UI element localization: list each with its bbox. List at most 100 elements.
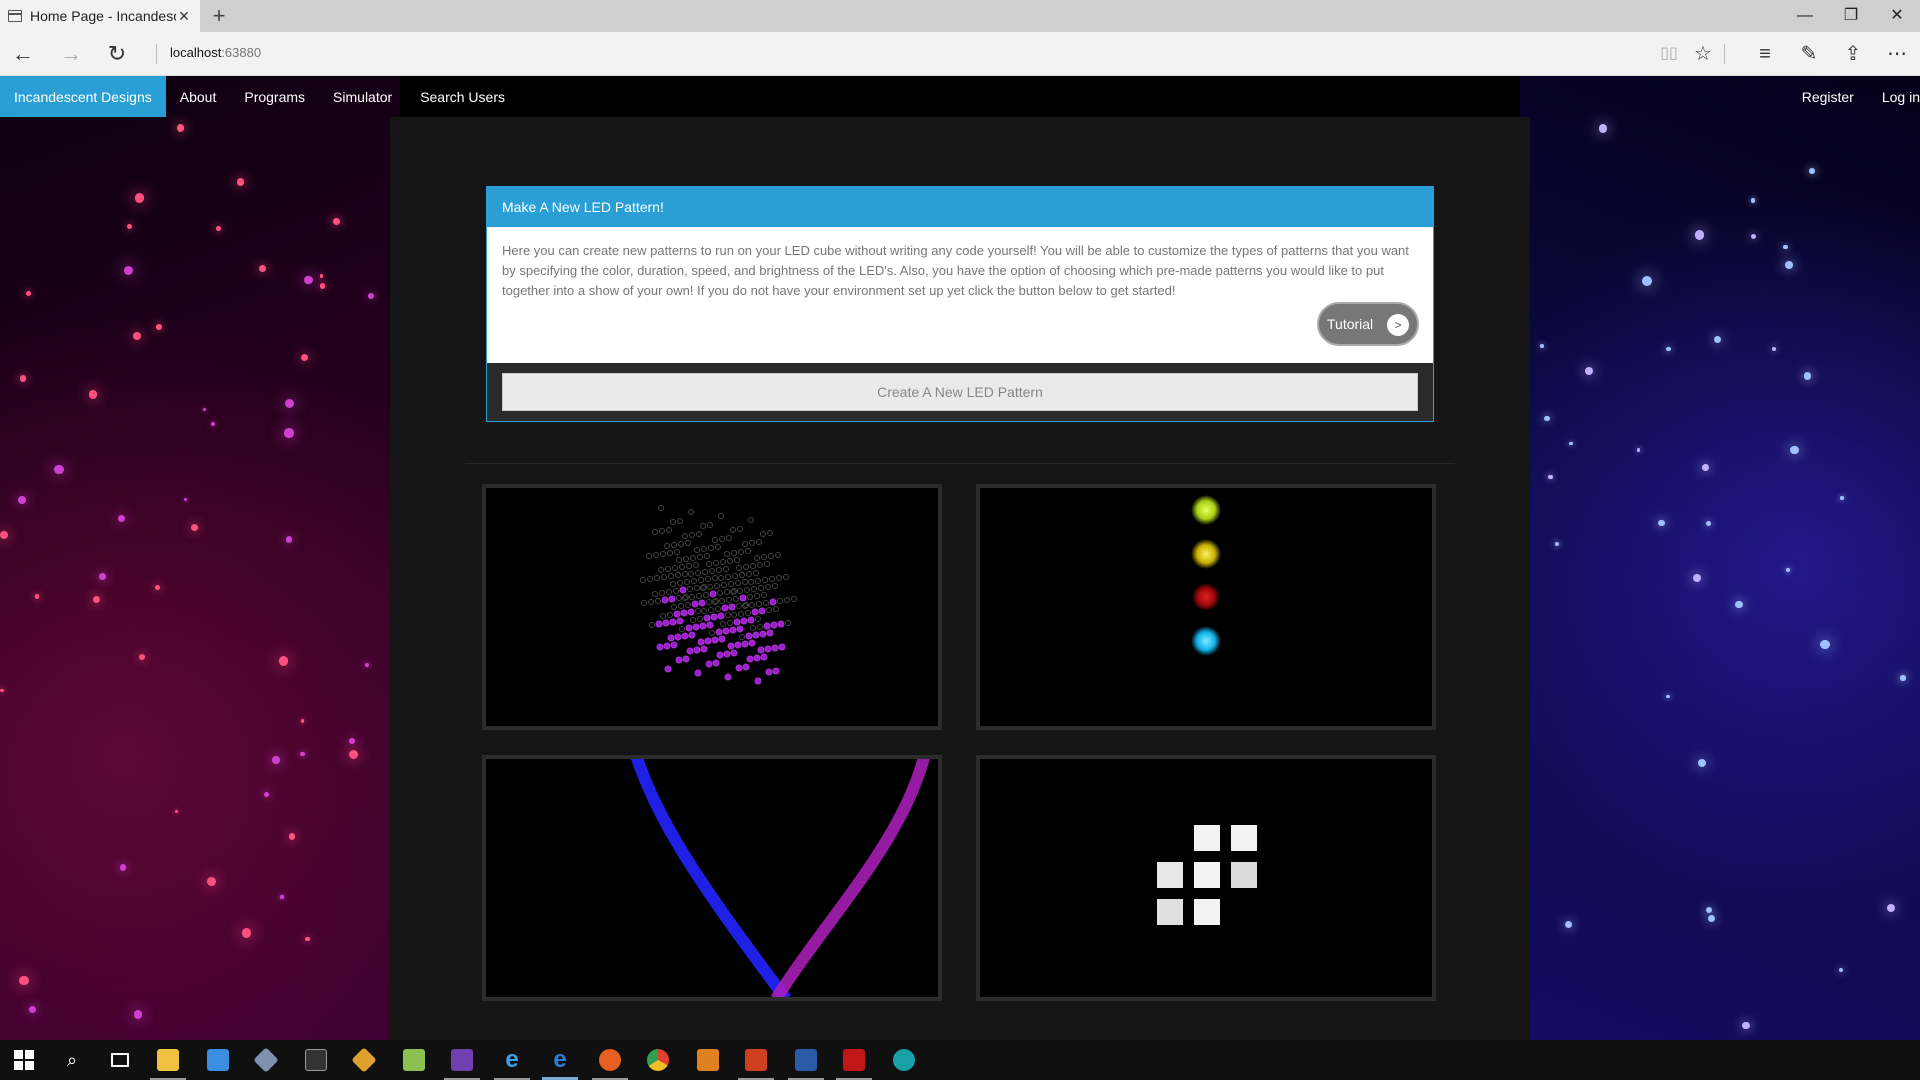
led-dot [725,612,731,618]
background-light-dot [1641,276,1652,286]
restore-button[interactable]: ❐ [1828,0,1874,32]
panel-heading: Make A New LED Pattern! [487,187,1433,227]
share-icon[interactable]: ⇪ [1838,40,1868,68]
notepad-icon[interactable] [390,1040,438,1080]
terminal-icon[interactable] [292,1040,340,1080]
nav-link-about[interactable]: About [166,76,231,117]
block [1231,825,1257,851]
led-dot [742,663,750,671]
page-viewport: Incandescent Designs About Programs Simu… [0,76,1920,1040]
background-light-dot [1783,244,1788,250]
forward-button[interactable]: → [56,40,86,68]
back-button[interactable]: ← [8,40,38,68]
led-dot [714,583,720,589]
background-light-dot [1665,346,1671,352]
led-dot [673,610,681,618]
arduino-icon[interactable] [880,1040,928,1080]
virtualbox-icon[interactable] [242,1040,290,1080]
java-icon[interactable] [684,1040,732,1080]
led-dot [697,554,703,560]
more-icon[interactable]: ⋯ [1882,40,1912,68]
background-light-dot [1636,448,1641,452]
nav-link-search-users[interactable]: Search Users [406,76,519,117]
led-dot [652,591,658,597]
hub-icon[interactable]: ≡ [1750,40,1780,68]
led-dot [750,563,756,569]
led-dot [744,587,750,593]
led-dot [754,593,760,599]
led-dot [687,608,695,616]
create-pattern-button[interactable]: Create A New LED Pattern [502,373,1418,411]
url-separator [156,44,157,64]
file-explorer-icon[interactable] [144,1040,192,1080]
panel-footer: Create A New LED Pattern [487,363,1433,421]
led-dot [745,632,753,640]
led-dot [655,620,663,628]
favorite-star-icon[interactable]: ☆ [1688,40,1718,68]
led-dot [776,575,782,581]
web-note-icon[interactable]: ✎ [1794,40,1824,68]
led-dot [756,539,762,545]
traffic-lights-preview[interactable] [976,484,1436,730]
nav-link-register[interactable]: Register [1788,76,1868,117]
led-cube-preview[interactable] [482,484,942,730]
led-dot [677,518,683,524]
url-field[interactable]: localhost:63880 [170,45,261,60]
tutorial-label: Tutorial [1327,316,1374,332]
store-icon[interactable] [194,1040,242,1080]
word-icon[interactable] [782,1040,830,1080]
led-dot [736,625,744,633]
visual-studio-icon[interactable] [438,1040,486,1080]
edge-icon[interactable]: e [536,1040,584,1080]
nav-link-programs[interactable]: Programs [230,76,319,117]
led-dot [686,563,692,569]
search-icon[interactable]: ⌕ [48,1040,96,1080]
site-navbar: Incandescent Designs About Programs Simu… [0,76,1920,117]
led-dot [719,598,725,604]
led-dot [717,590,723,596]
led-dot [656,643,664,651]
tutorial-button[interactable]: Tutorial > [1317,302,1419,346]
reading-view-icon[interactable]: ▯▯ [1654,40,1684,68]
led-dot [730,527,736,533]
led-dot [667,550,673,556]
chrome-icon[interactable] [634,1040,682,1080]
led-dot [708,545,714,551]
nav-link-simulator[interactable]: Simulator [319,76,406,117]
led-dot [726,535,732,541]
led-dot [667,612,673,618]
powerpoint-icon[interactable] [732,1040,780,1080]
task-view-icon[interactable] [96,1040,144,1080]
led-dot [679,586,687,594]
brand-link[interactable]: Incandescent Designs [0,76,166,117]
firefox-icon[interactable] [586,1040,634,1080]
internet-explorer-icon[interactable]: e [488,1040,536,1080]
led-dot [715,628,723,636]
led-dot [729,626,737,634]
light-trails-preview[interactable] [482,755,942,1001]
led-dot [661,596,669,604]
led-dot [698,599,706,607]
led-dot [784,597,790,603]
led-dot [675,656,683,664]
led-dot [770,621,778,629]
led-dot [664,665,672,673]
block-grid-preview[interactable] [976,755,1436,1001]
acrobat-icon[interactable] [830,1040,878,1080]
git-icon[interactable] [340,1040,388,1080]
minimize-button[interactable]: — [1782,0,1828,32]
led-dot [693,562,699,568]
browser-tab-home[interactable]: Home Page - Incandeso × [0,0,200,32]
led-dot [753,654,761,662]
led-dot [724,589,730,595]
close-window-button[interactable]: ✕ [1874,0,1920,32]
led-dot [757,624,763,630]
nav-link-log-in[interactable]: Log in [1868,76,1920,117]
start-icon[interactable] [0,1040,48,1080]
led-dot [706,561,712,567]
refresh-button[interactable]: ↻ [102,40,132,68]
led-dot [735,580,741,586]
new-tab-button[interactable]: + [206,3,232,29]
close-tab-icon[interactable]: × [176,6,192,27]
led-dot [668,595,676,603]
